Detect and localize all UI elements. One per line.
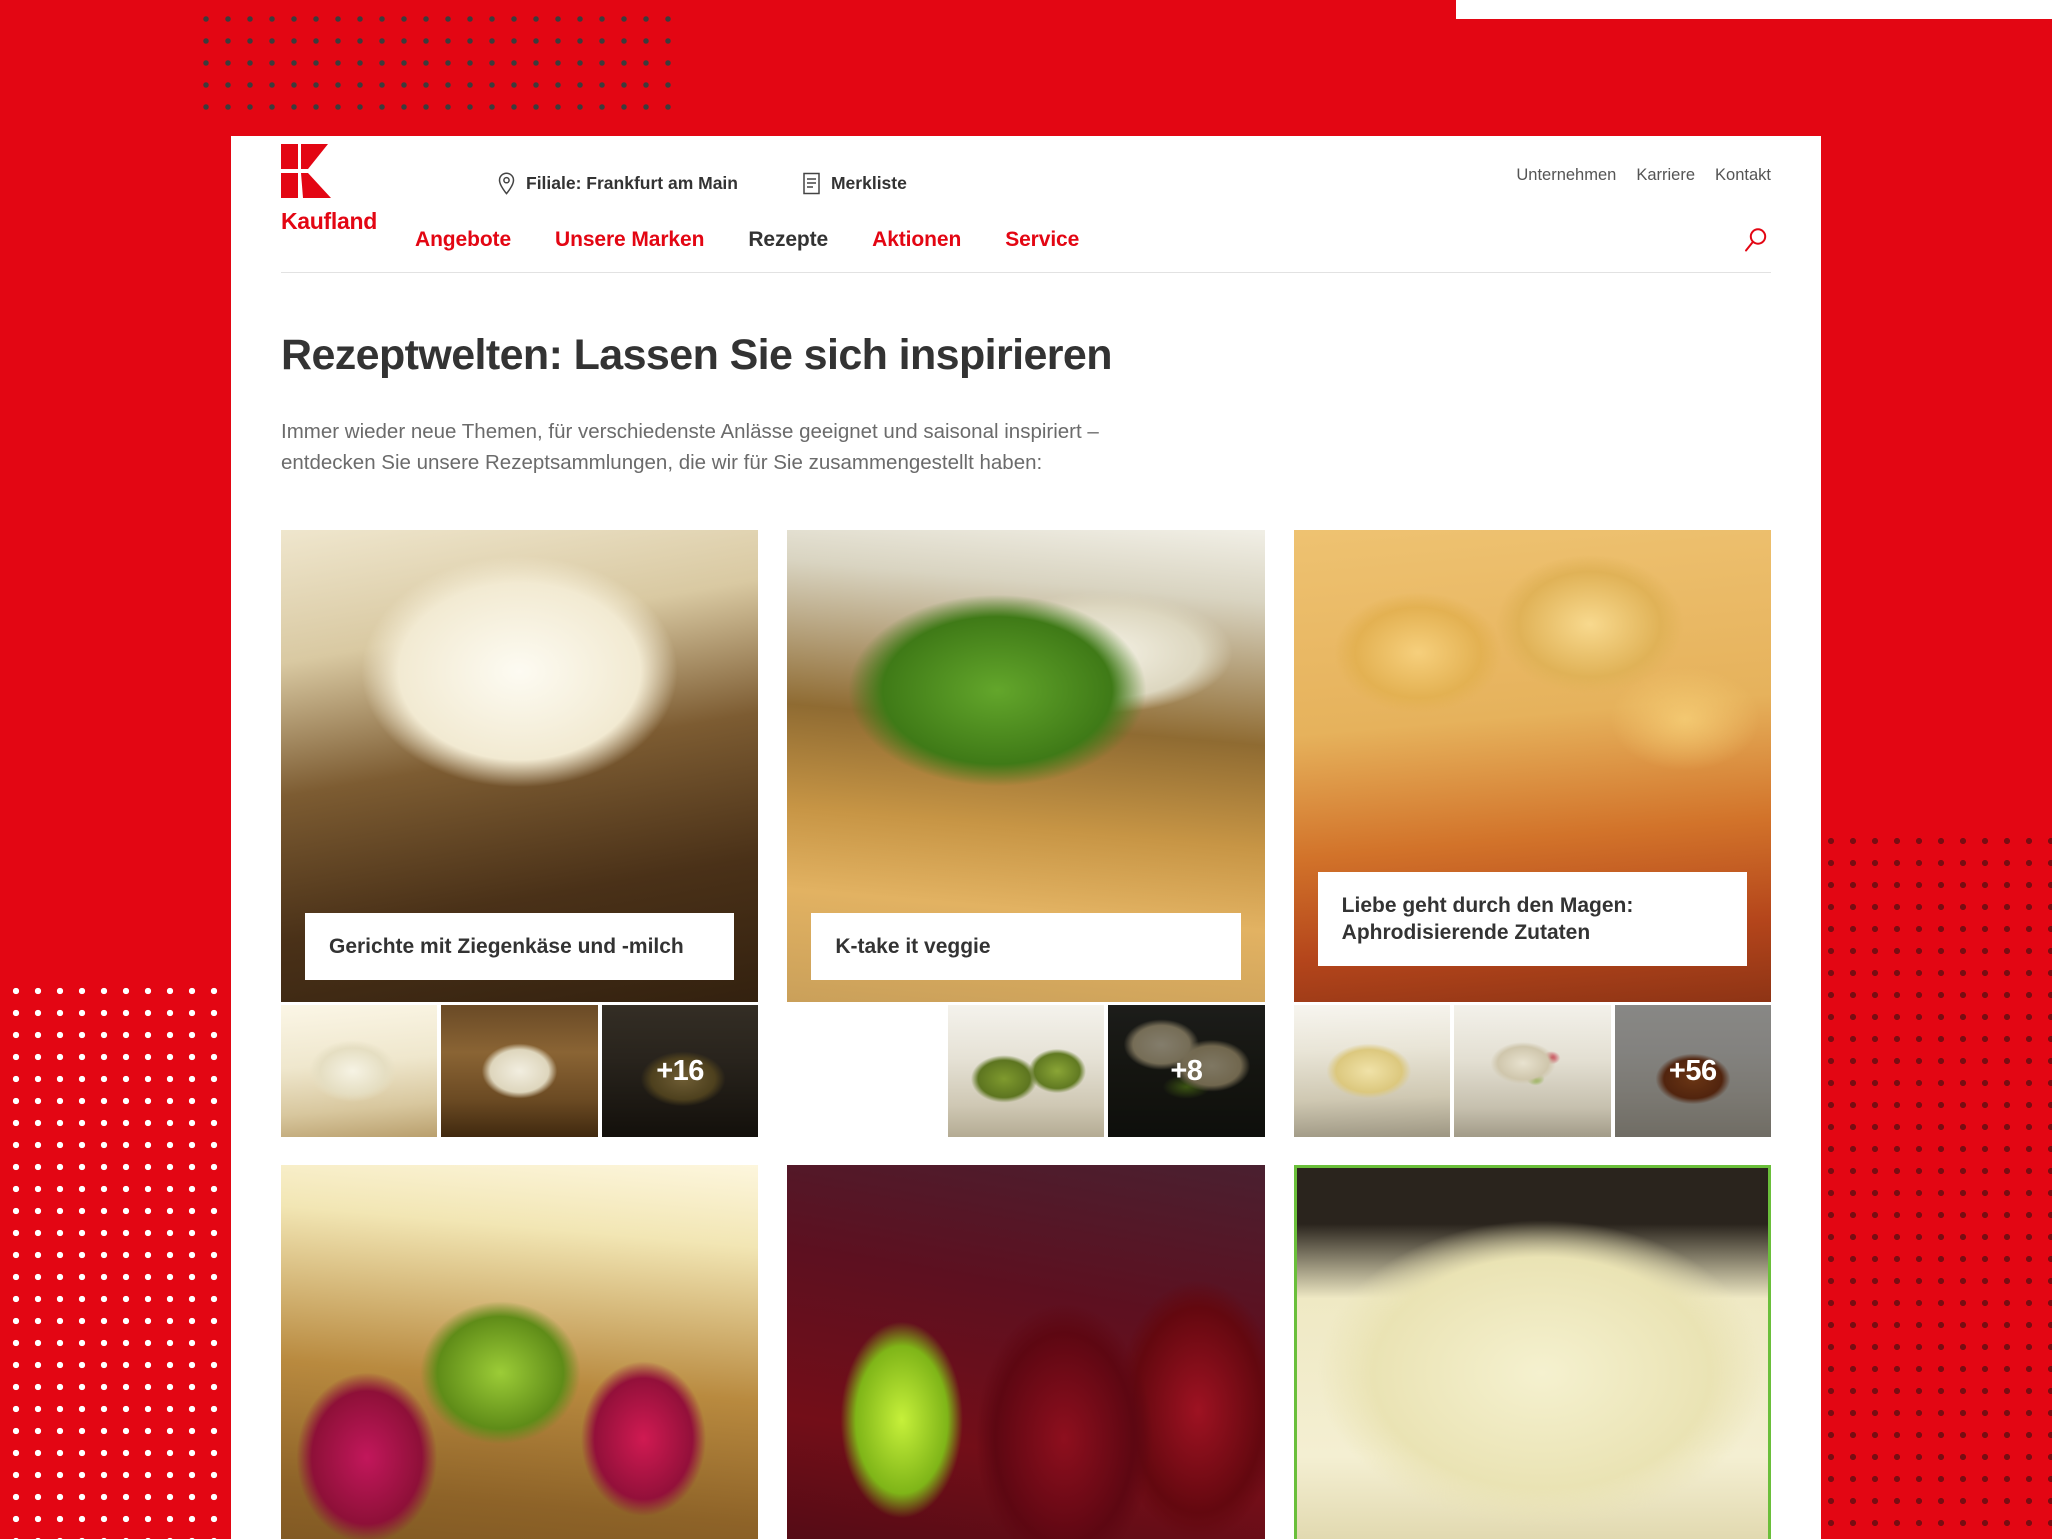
card-hero-image: Liebe geht durch den Magen: Aphrodisiere… — [1293, 530, 1771, 1003]
store-selector[interactable]: Filiale: Frankfurt am Main — [497, 171, 738, 195]
nav-item-rezepte[interactable]: Rezepte — [748, 228, 828, 252]
recipe-world-card[interactable] — [787, 1165, 1265, 1539]
photo-pasta-bowl-with-broccoli — [281, 1005, 438, 1138]
nav-item-unsere-marken[interactable]: Unsere Marken — [555, 228, 704, 252]
more-count-badge: +56 — [1668, 1054, 1717, 1087]
photo-falafel-balls-with-dip — [947, 1005, 1105, 1138]
corporate-links: Unternehmen Karriere Kontakt — [1516, 166, 1771, 185]
kaufland-k-logo-icon — [281, 143, 339, 202]
card-hero-image — [1293, 1165, 1771, 1539]
recipe-world-card[interactable]: Gerichte mit Ziegenkäse und -milch +16 — [281, 530, 759, 1138]
wishlist-label: Merkliste — [830, 172, 907, 193]
photo-bread-slice-on-plate — [787, 1005, 943, 1137]
card-title: Liebe geht durch den Magen: Aphrodisiere… — [1317, 871, 1747, 967]
card-title-line-1: Liebe geht durch den Magen: — [1341, 893, 1634, 917]
card-thumbnail-strip: +56 — [1293, 1005, 1771, 1138]
photo-cheese-fondue-pot-with-fork — [1296, 1168, 1768, 1539]
corporate-link-kontakt[interactable]: Kontakt — [1715, 166, 1771, 185]
card-hero-image: Gerichte mit Ziegenkäse und -milch — [281, 530, 759, 1003]
card-thumbnail[interactable] — [441, 1005, 598, 1138]
card-hero-image — [281, 1165, 759, 1539]
photo-tagliatelle-with-peas — [1293, 1005, 1451, 1138]
corporate-link-karriere[interactable]: Karriere — [1636, 166, 1695, 185]
card-thumbnail[interactable] — [787, 1005, 943, 1137]
photo-salad-plate-with-bread — [441, 1005, 598, 1138]
decorative-dot-pattern-right — [1820, 830, 2052, 1539]
card-hero-image: K-take it veggie — [787, 530, 1265, 1003]
page-intro-line-1: Immer wieder neue Themen, für verschiede… — [281, 420, 1099, 443]
decorative-corner-strip — [1456, 0, 2052, 19]
more-count-badge: +8 — [1170, 1054, 1203, 1087]
photo-decorated-apple-monster-faces — [787, 1165, 1265, 1539]
photo-pork-with-peppers-and-radish — [281, 1165, 759, 1539]
page-container: Kaufland Filiale: Frankfurt am Main Merk… — [231, 136, 1821, 1539]
decorative-dot-pattern-top-left — [195, 0, 675, 110]
recipe-world-grid: Gerichte mit Ziegenkäse und -milch +16 K… — [281, 530, 1771, 1539]
card-thumbnail-strip: +8 — [787, 1005, 1265, 1138]
nav-item-service[interactable]: Service — [1005, 228, 1079, 252]
nav-item-angebote[interactable]: Angebote — [415, 228, 511, 252]
card-title: Gerichte mit Ziegenkäse und -milch — [305, 913, 735, 981]
photo-skewers-with-tomato — [1454, 1005, 1611, 1138]
recipe-world-card[interactable]: K-take it veggie +8 — [787, 530, 1265, 1138]
more-count-badge: +16 — [656, 1054, 704, 1087]
store-selector-label: Filiale: Frankfurt am Main — [526, 172, 738, 193]
card-thumbnail[interactable] — [1293, 1005, 1451, 1138]
card-thumbnail-more[interactable]: +56 — [1614, 1005, 1771, 1138]
main-content: Rezeptwelten: Lassen Sie sich inspiriere… — [231, 273, 1821, 1539]
recipe-world-card[interactable] — [1293, 1165, 1771, 1539]
card-thumbnail[interactable] — [947, 1005, 1105, 1138]
main-navigation: Angebote Unsere Marken Rezepte Aktionen … — [281, 208, 1771, 272]
card-title: K-take it veggie — [811, 913, 1241, 981]
recipe-world-card[interactable] — [281, 1165, 759, 1539]
card-title-line-2: Aphrodisierende Zutaten — [1341, 921, 1591, 945]
card-thumbnail-more[interactable]: +16 — [601, 1005, 759, 1138]
card-thumbnail[interactable] — [1454, 1005, 1611, 1138]
card-thumbnail[interactable] — [281, 1005, 438, 1138]
page-intro: Immer wieder neue Themen, für verschiede… — [281, 416, 1241, 478]
card-hero-image — [787, 1165, 1265, 1539]
card-thumbnail-strip: +16 — [281, 1005, 759, 1138]
decorative-dot-pattern-left — [0, 980, 235, 1539]
card-thumbnail-more[interactable]: +8 — [1108, 1005, 1265, 1138]
utility-bar: Kaufland Filiale: Frankfurt am Main Merk… — [281, 136, 1771, 234]
location-pin-icon — [497, 171, 516, 195]
corporate-link-unternehmen[interactable]: Unternehmen — [1516, 166, 1616, 185]
page-intro-line-2: entdecken Sie unsere Rezeptsammlungen, d… — [281, 451, 1043, 475]
page-title: Rezeptwelten: Lassen Sie sich inspiriere… — [281, 331, 1113, 379]
nav-item-aktionen[interactable]: Aktionen — [872, 228, 961, 252]
recipe-world-card[interactable]: Liebe geht durch den Magen: Aphrodisiere… — [1293, 530, 1771, 1138]
search-icon[interactable] — [1741, 225, 1771, 255]
site-header: Kaufland Filiale: Frankfurt am Main Merk… — [231, 136, 1821, 273]
wishlist-link[interactable]: Merkliste — [802, 172, 907, 195]
list-document-icon — [802, 172, 821, 195]
